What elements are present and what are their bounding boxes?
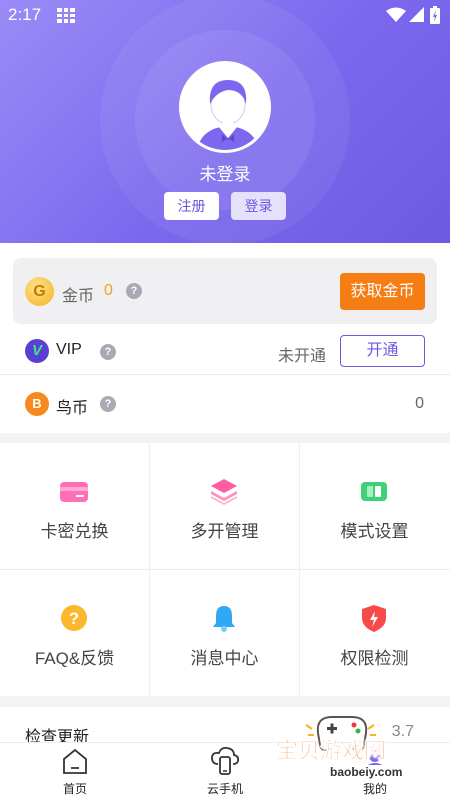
app-grid-icon	[57, 8, 75, 23]
feature-card-messages[interactable]: 消息中心	[150, 570, 299, 696]
watermark-url: baobeiy.com	[327, 765, 406, 779]
question-icon: ?	[61, 605, 87, 631]
bell-icon	[213, 606, 235, 632]
bird-coin-help-icon[interactable]: ?	[100, 396, 116, 412]
card-icon	[60, 482, 88, 502]
home-icon	[63, 748, 87, 774]
layers-icon	[210, 479, 238, 506]
feature-card-multi-open[interactable]: 多开管理	[150, 443, 299, 569]
login-status: 未登录	[199, 165, 251, 184]
feature-label: 模式设置	[340, 522, 409, 541]
shield-icon	[362, 605, 386, 632]
feature-card-permissions[interactable]: 权限检测	[300, 570, 450, 696]
get-coins-button[interactable]: 获取金币	[340, 273, 425, 310]
wifi-icon	[386, 7, 406, 22]
mode-icon	[361, 482, 387, 501]
coin-balance: 0	[104, 282, 113, 299]
vip-label: VIP	[56, 341, 82, 358]
feature-card-mode[interactable]: 模式设置	[300, 443, 450, 569]
feature-label: 消息中心	[190, 649, 259, 668]
cloud-phone-icon	[211, 746, 240, 775]
bird-coin-row[interactable]: B 鸟币 ? 0	[0, 380, 450, 428]
profile-header: 2:17 未登录 注册 登录	[0, 0, 450, 243]
coin-card: G 金币 0 ? 获取金币	[13, 258, 437, 324]
gold-coin-icon: G	[25, 277, 54, 306]
feature-label: 权限检测	[340, 649, 409, 668]
status-time: 2:17	[8, 5, 42, 24]
feature-label: FAQ&反馈	[34, 649, 115, 668]
bird-coin-icon: B	[25, 392, 49, 416]
watermark-text: 宝贝游戏网	[276, 738, 387, 764]
feature-card-redeem[interactable]: 卡密兑换	[0, 443, 149, 569]
vip-status: 未开通	[277, 348, 326, 365]
avatar[interactable]	[179, 61, 271, 153]
tab-label: 首页	[62, 782, 87, 796]
bird-coin-label: 鸟币	[56, 400, 89, 417]
feature-label: 多开管理	[190, 522, 259, 541]
coin-label: 金币	[62, 288, 95, 305]
register-button[interactable]: 注册	[164, 192, 219, 220]
bird-coin-balance: 0	[415, 395, 424, 412]
battery-icon	[430, 6, 440, 24]
vip-open-button[interactable]: 开通	[340, 335, 425, 367]
coin-help-icon[interactable]: ?	[126, 283, 142, 299]
vip-icon: V	[25, 339, 49, 363]
feature-card-faq[interactable]: ? FAQ&反馈	[0, 570, 149, 696]
vip-row[interactable]: V VIP ? 未开通 开通	[0, 327, 450, 375]
tab-home[interactable]: 首页	[0, 743, 150, 800]
signal-icon	[409, 7, 424, 22]
status-bar: 2:17	[0, 0, 450, 30]
features-grid: 卡密兑换 多开管理 模式设置 ? FAQ&反馈 消息中心 权限检测	[0, 443, 450, 696]
feature-label: 卡密兑换	[40, 522, 109, 541]
svg-text:?: ?	[69, 609, 79, 628]
vip-help-icon[interactable]: ?	[100, 344, 116, 360]
login-button[interactable]: 登录	[231, 192, 286, 220]
